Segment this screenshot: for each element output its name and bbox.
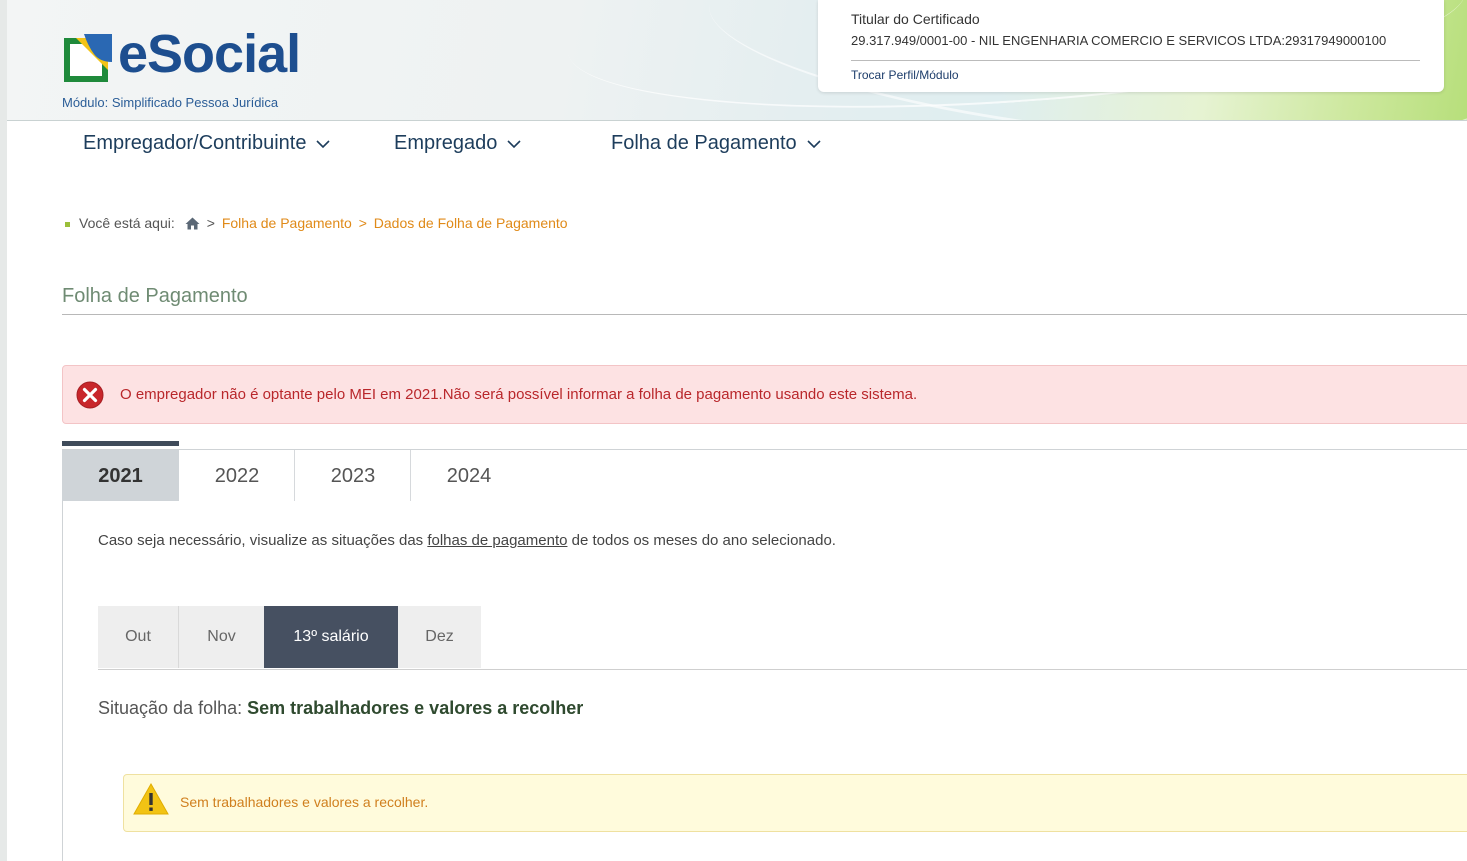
chevron-down-icon [316,132,331,155]
chevron-down-icon [807,132,821,155]
certificate-panel: Titular do Certificado 29.317.949/0001-0… [818,0,1444,92]
info-text: Caso seja necessário, visualize as situa… [98,532,836,549]
payroll-status: Situação da folha: Sem trabalhadores e v… [98,698,583,719]
info-text-after: de todos os meses do ano selecionado. [567,532,836,549]
nav-item-label: Empregado [394,132,498,154]
nav-item-label: Folha de Pagamento [611,132,797,154]
breadcrumb-separator: > [206,215,215,231]
breadcrumb-prefix: Você está aqui: [79,215,175,231]
main-nav: Empregador/Contribuinte Empregado Folha … [0,121,1467,167]
nav-item-folha[interactable]: Folha de Pagamento [611,132,821,155]
error-x-icon [76,381,104,409]
certificate-divider [851,60,1420,61]
tab-month-nov[interactable]: Nov [179,606,264,668]
esocial-logo-icon [64,34,112,82]
nav-item-label: Empregador/Contribuinte [83,132,307,154]
tab-year-2024[interactable]: 2024 [411,450,527,501]
warning-alert: Sem trabalhadores e valores a recolher. [123,774,1467,832]
module-label: Módulo: Simplificado Pessoa Jurídica [62,95,279,110]
active-tab-indicator [62,441,179,446]
error-alert: O empregador não é optante pelo MEI em 2… [62,365,1467,424]
chevron-down-icon [507,132,521,155]
tab-year-2021[interactable]: 2021 [62,450,179,501]
tab-year-2022[interactable]: 2022 [179,450,295,501]
esocial-logo[interactable]: eSocial [62,24,302,88]
info-text-before: Caso seja necessário, visualize as situa… [98,532,428,549]
home-icon[interactable] [185,217,200,233]
tab-month-out[interactable]: Out [98,606,178,668]
logo-text: eSocial [118,24,301,84]
warning-triangle-icon [133,783,169,815]
switch-profile-link[interactable]: Trocar Perfil/Módulo [851,68,959,82]
error-message: O empregador não é optante pelo MEI em 2… [120,386,918,403]
nav-item-empregador[interactable]: Empregador/Contribuinte [83,132,331,155]
tab-month-dez[interactable]: Dez [398,606,481,668]
warning-message: Sem trabalhadores e valores a recolher. [180,794,429,810]
page-title: Folha de Pagamento [62,285,248,307]
status-value: Sem trabalhadores e valores a recolher [247,698,584,718]
payroll-link[interactable]: folhas de pagamento [427,532,567,549]
status-label: Situação da folha: [98,698,248,718]
breadcrumb-bullet [65,221,70,227]
tab-year-2023[interactable]: 2023 [295,450,411,501]
header-banner: eSocial Módulo: Simplificado Pessoa Jurí… [7,0,1467,121]
breadcrumb: Você está aqui: > Folha de Pagamento > Da… [65,215,568,233]
breadcrumb-separator: > [358,215,367,231]
breadcrumb-link-dados[interactable]: Dados de Folha de Pagamento [374,215,568,231]
certificate-title: Titular do Certificado [851,11,980,27]
breadcrumb-link-folha[interactable]: Folha de Pagamento [222,215,352,231]
month-tabs-divider [98,669,1467,670]
title-divider [62,314,1467,315]
nav-item-empregado[interactable]: Empregado [394,132,521,155]
certificate-value: 29.317.949/0001-00 - NIL ENGENHARIA COME… [851,33,1387,48]
tab-panel-border [62,501,63,861]
tab-month-13-salario[interactable]: 13º salário [264,606,398,668]
